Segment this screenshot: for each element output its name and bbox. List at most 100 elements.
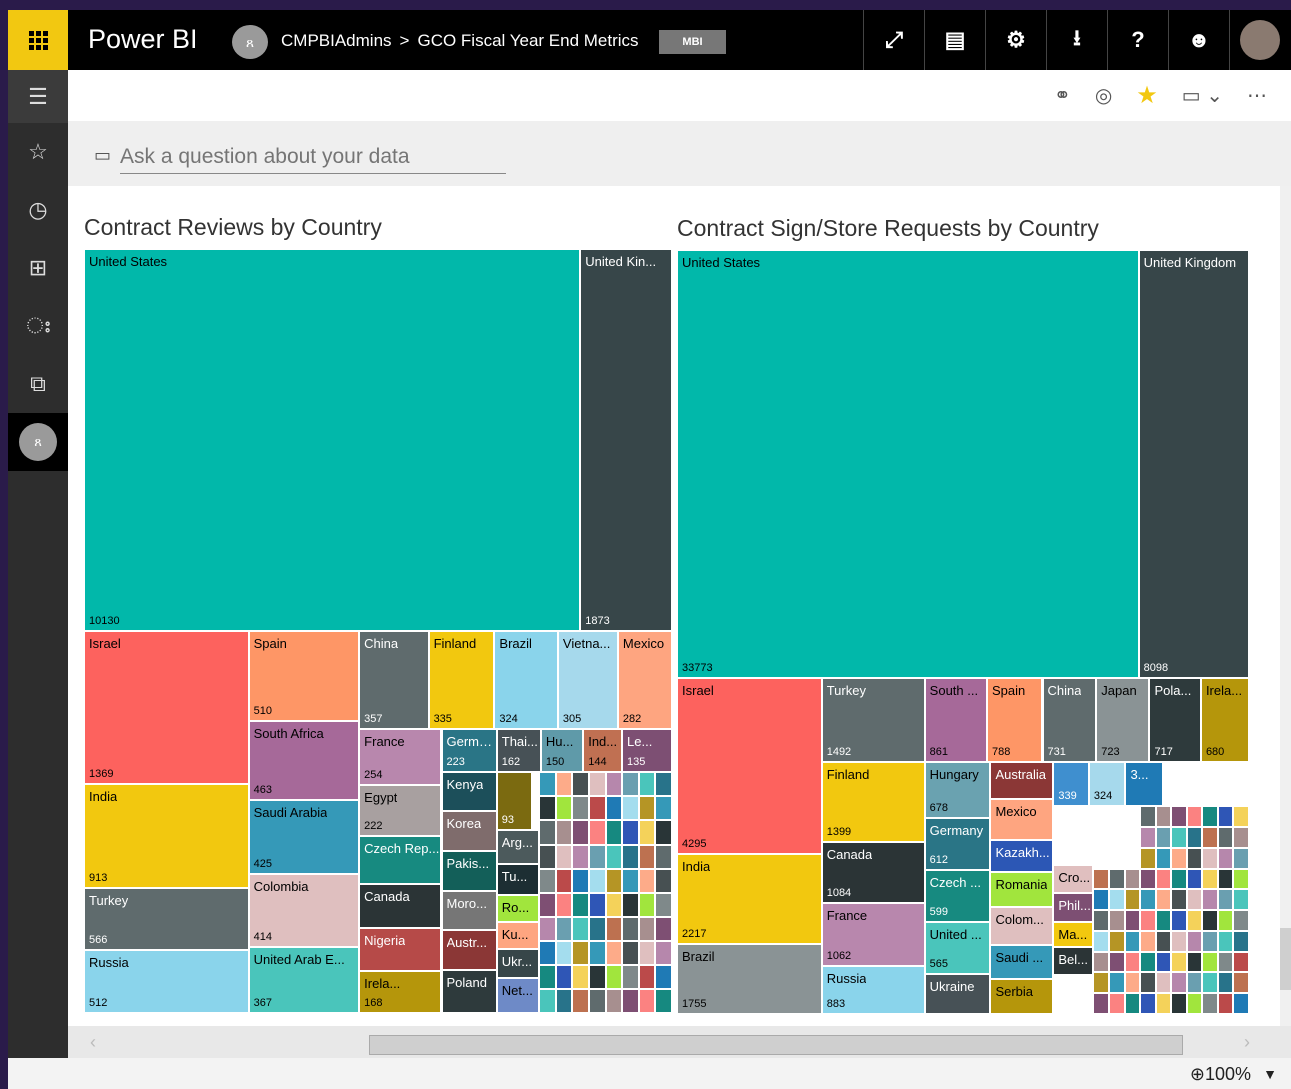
treemap-tile[interactable]: Moro... [441,890,497,931]
treemap-tile-small[interactable] [605,964,623,989]
treemap-tile-small[interactable] [1108,993,1125,1014]
treemap-tile[interactable]: United States 10130 [84,249,581,631]
treemap-tile[interactable]: Ku... [496,922,540,949]
treemap-tile-small[interactable] [539,796,556,821]
treemap-contract-reviews[interactable]: United States 10130 United Kin... 1873 Israe… [84,249,672,1013]
treemap-tile-small[interactable] [1217,826,1234,848]
treemap-tile-small[interactable] [1217,889,1234,911]
treemap-tile-small[interactable] [1108,930,1125,952]
treemap-tile[interactable]: Germany 223 [441,728,497,772]
zoom-level[interactable]: ⊕100% [1190,1064,1251,1085]
treemap-tile[interactable]: Mexico 282 [617,631,672,729]
treemap-tile-small[interactable] [555,940,573,965]
treemap-tile-small[interactable] [1124,993,1141,1014]
treemap-tile-small[interactable] [1217,972,1234,994]
treemap-tile-small[interactable] [1155,972,1172,994]
treemap-tile-small[interactable] [555,868,573,893]
treemap-tile-small[interactable] [572,964,589,989]
treemap-tile-small[interactable] [605,820,623,845]
treemap-tile-small[interactable] [572,772,589,797]
treemap-tile-small[interactable] [1171,930,1187,952]
treemap-tile-small[interactable] [572,892,589,917]
treemap-tile-small[interactable] [588,844,606,869]
treemap-tile-small[interactable] [1124,910,1141,931]
treemap-tile-small[interactable] [655,892,672,917]
treemap-tile-small[interactable] [1093,972,1109,994]
treemap-tile-small[interactable] [622,892,639,917]
treemap-tile-small[interactable] [655,940,672,965]
treemap-tile[interactable]: Ma... [1053,921,1094,947]
treemap-tile-small[interactable] [622,868,639,893]
treemap-tile[interactable]: Turkey 1492 [821,677,925,762]
treemap-tile-small[interactable] [638,988,656,1013]
treemap-tile-small[interactable] [1217,868,1234,890]
treemap-tile-small[interactable] [1093,930,1109,952]
treemap-tile-small[interactable] [605,988,623,1013]
treemap-tile[interactable]: Phil... [1053,893,1094,922]
treemap-tile-small[interactable] [655,820,672,845]
treemap-tile[interactable]: Ukraine [924,973,991,1014]
treemap-tile-small[interactable] [638,964,656,989]
treemap-tile-small[interactable] [1155,993,1172,1014]
treemap-tile-small[interactable] [539,988,556,1013]
vertical-scrollbar[interactable] [1280,186,1291,1026]
treemap-tile[interactable]: India 2217 [677,853,822,945]
treemap-tile-small[interactable] [638,868,656,893]
treemap-tile-small[interactable] [1186,951,1203,973]
treemap-tile[interactable]: Arg... [496,829,540,864]
treemap-tile-small[interactable] [1108,868,1125,890]
treemap-tile-small[interactable] [1171,993,1187,1014]
treemap-tile-small[interactable] [638,844,656,869]
treemap-tile-small[interactable] [622,844,639,869]
treemap-tile[interactable]: Israel 1369 [84,631,249,784]
treemap-tile-small[interactable] [1202,868,1218,890]
treemap-tile-small[interactable] [1108,951,1125,973]
treemap-tile[interactable]: Cro... [1053,865,1094,894]
treemap-tile-small[interactable] [1202,847,1218,869]
treemap-tile-small[interactable] [622,796,639,821]
treemap-tile-small[interactable] [539,940,556,965]
treemap-tile-small[interactable] [1108,910,1125,931]
treemap-tile[interactable]: Le... 135 [622,728,672,773]
treemap-tile-small[interactable] [588,916,606,941]
treemap-tile-small[interactable] [1140,847,1156,869]
treemap-tile-small[interactable] [539,820,556,845]
treemap-tile[interactable]: Thai... 162 [496,728,541,773]
treemap-tile-small[interactable] [555,796,573,821]
treemap-tile-small[interactable] [555,820,573,845]
workspaces-icon[interactable]: ⧉ [8,355,68,413]
treemap-tile-small[interactable] [1186,889,1203,911]
workspace-nav-item[interactable]: ጸ [8,413,68,471]
treemap-tile-small[interactable] [555,964,573,989]
recent-icon[interactable]: ◷ [8,181,68,239]
treemap-tile-small[interactable] [588,868,606,893]
treemap-tile-small[interactable] [1202,910,1218,931]
treemap-tile-small[interactable] [1140,972,1156,994]
treemap-tile-small[interactable] [1233,930,1249,952]
treemap-tile[interactable]: Israel 4295 [677,677,822,854]
more-icon[interactable]: ⋯ [1247,83,1267,108]
treemap-tile-small[interactable] [1171,910,1187,931]
treemap-tile-small[interactable] [1186,910,1203,931]
treemap-tile[interactable]: Serbia [990,978,1054,1014]
treemap-tile[interactable]: United ... 565 [924,922,991,974]
treemap-tile-small[interactable] [1140,993,1156,1014]
treemap-tile-small[interactable] [588,820,606,845]
treemap-tile-small[interactable] [1155,930,1172,952]
treemap-tile-small[interactable] [622,820,639,845]
treemap-tile-small[interactable] [1202,972,1218,994]
treemap-tile[interactable]: France 254 [359,728,442,785]
treemap-tile[interactable]: United Kin... 1873 [580,249,672,631]
treemap-tile-small[interactable] [555,988,573,1013]
treemap-tile-small[interactable] [1202,806,1218,827]
treemap-tile-small[interactable] [1217,951,1234,973]
treemap-tile-small[interactable] [555,916,573,941]
treemap-tile-small[interactable] [1233,972,1249,994]
treemap-tile-small[interactable] [1233,889,1249,911]
treemap-tile-small[interactable] [1171,889,1187,911]
treemap-tile[interactable]: Colom... [990,907,1054,946]
treemap-tile-small[interactable] [655,844,672,869]
treemap-tile[interactable]: China 731 [1042,677,1097,762]
performance-icon[interactable]: ◎ [1095,83,1112,108]
treemap-tile[interactable]: Egypt 222 [359,784,442,836]
